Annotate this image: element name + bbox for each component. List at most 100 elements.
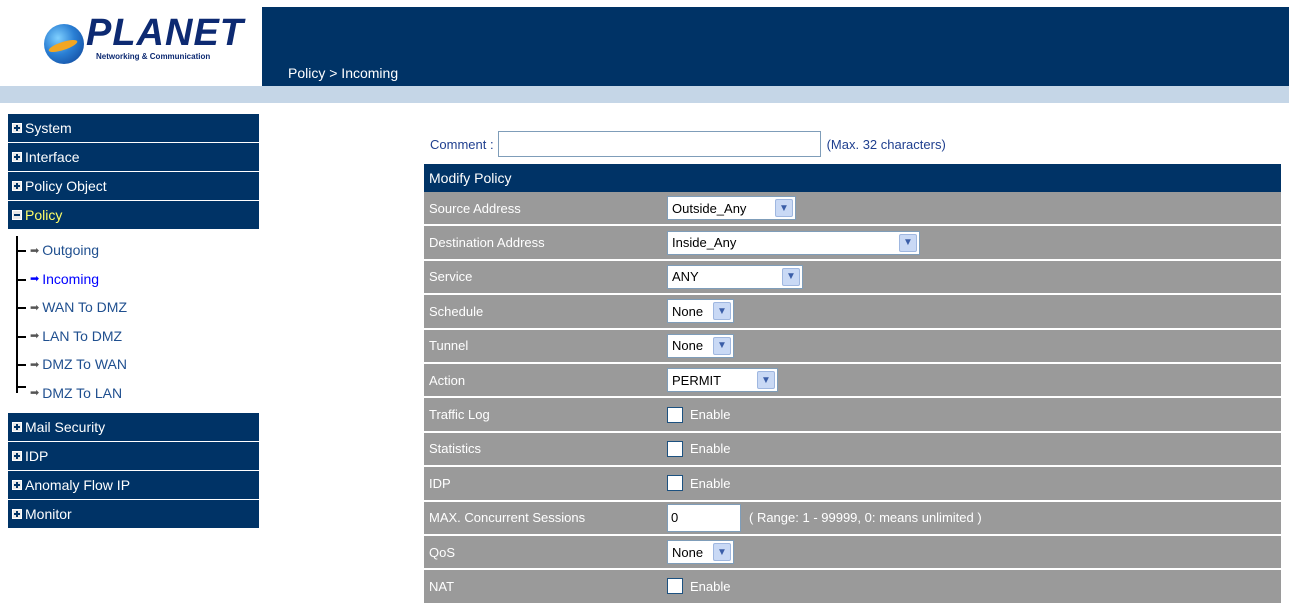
- max-sessions-hint: ( Range: 1 - 99999, 0: means unlimited ): [749, 510, 982, 526]
- select-value: Outside_Any: [672, 200, 747, 216]
- enable-label: Enable: [690, 441, 731, 457]
- collapse-icon: [12, 210, 22, 220]
- row-qos: QoS None ▼: [424, 535, 1281, 571]
- row-nat: NAT Enable: [424, 570, 1281, 605]
- max-sessions-input[interactable]: 0: [667, 503, 741, 532]
- schedule-label: Schedule: [429, 303, 484, 319]
- submenu-dmz-to-lan[interactable]: ➡ DMZ To LAN: [16, 378, 259, 408]
- row-action: Action PERMIT ▼: [424, 363, 1281, 399]
- header-banner: Policy > Incoming: [262, 7, 1289, 86]
- select-value: PERMIT: [672, 372, 722, 388]
- submenu-lan-to-dmz[interactable]: ➡ LAN To DMZ: [16, 321, 259, 350]
- policy-table: Modify Policy Source Address Outside_Any…: [424, 164, 1281, 605]
- source-address-select[interactable]: Outside_Any ▼: [667, 196, 796, 221]
- action-select[interactable]: PERMIT ▼: [667, 368, 778, 393]
- select-value: None: [672, 544, 704, 560]
- max-sessions-label: MAX. Concurrent Sessions: [429, 510, 586, 526]
- sidebar-item-policy-object[interactable]: Policy Object: [8, 172, 259, 201]
- sidebar-item-idp[interactable]: IDP: [8, 442, 259, 471]
- sidebar-item-monitor[interactable]: Monitor: [8, 500, 259, 529]
- expand-icon: [12, 152, 22, 162]
- expand-icon: [12, 480, 22, 490]
- service-label: Service: [429, 269, 473, 285]
- idp-checkbox[interactable]: [667, 475, 683, 492]
- row-max-sessions: MAX. Concurrent Sessions 0 ( Range: 1 - …: [424, 501, 1281, 536]
- sidebar-item-label: System: [25, 120, 72, 136]
- sidebar-item-system[interactable]: System: [8, 114, 259, 143]
- submenu-label: LAN To DMZ: [42, 327, 123, 344]
- chevron-down-icon: ▼: [775, 199, 793, 218]
- expand-icon: [12, 181, 22, 191]
- chevron-down-icon: ▼: [757, 371, 775, 390]
- traffic-log-label: Traffic Log: [429, 407, 490, 423]
- submenu-label: Outgoing: [42, 242, 100, 259]
- idp-label: IDP: [429, 475, 451, 491]
- submenu-label: DMZ To LAN: [42, 384, 123, 401]
- qos-label: QoS: [429, 544, 456, 560]
- tunnel-select[interactable]: None ▼: [667, 333, 734, 358]
- chevron-down-icon: ▼: [713, 336, 731, 355]
- destination-address-select[interactable]: Inside_Any ▼: [667, 230, 920, 255]
- tree-line: [16, 378, 26, 393]
- arrow-right-icon: ➡: [30, 301, 40, 314]
- breadcrumb: Policy > Incoming: [288, 65, 399, 81]
- submenu-outgoing[interactable]: ➡ Outgoing: [16, 236, 259, 265]
- enable-label: Enable: [690, 407, 731, 423]
- select-value: None: [672, 303, 704, 319]
- row-idp: IDP Enable: [424, 467, 1281, 502]
- arrow-right-icon: ➡: [30, 358, 40, 371]
- nat-label: NAT: [429, 578, 455, 594]
- traffic-log-checkbox[interactable]: [667, 406, 683, 423]
- sidebar-menu: System Interface Policy Object Policy ➡ …: [8, 114, 259, 529]
- chevron-down-icon: ▼: [782, 267, 800, 286]
- submenu-wan-to-dmz[interactable]: ➡ WAN To DMZ: [16, 293, 259, 322]
- tree-line: [16, 350, 26, 379]
- submenu-label: WAN To DMZ: [42, 299, 127, 316]
- submenu-dmz-to-wan[interactable]: ➡ DMZ To WAN: [16, 350, 259, 379]
- nat-checkbox[interactable]: [667, 578, 683, 595]
- chevron-down-icon: ▼: [713, 302, 731, 321]
- statistics-checkbox[interactable]: [667, 440, 683, 457]
- statistics-label: Statistics: [429, 441, 482, 457]
- sidebar-item-label: Interface: [25, 149, 80, 165]
- submenu-label: DMZ To WAN: [42, 356, 127, 373]
- comment-label: Comment :: [430, 136, 494, 152]
- table-title: Modify Policy: [424, 164, 1281, 192]
- sidebar-item-anomaly-flow-ip[interactable]: Anomaly Flow IP: [8, 471, 259, 500]
- tree-line: [16, 236, 26, 265]
- expand-icon: [12, 422, 22, 432]
- tree-line: [16, 293, 26, 322]
- row-statistics: Statistics Enable: [424, 432, 1281, 468]
- chevron-down-icon: ▼: [899, 233, 917, 252]
- enable-label: Enable: [690, 475, 731, 491]
- row-traffic-log: Traffic Log Enable: [424, 398, 1281, 433]
- globe-icon: [44, 24, 84, 64]
- sidebar-item-label: Policy Object: [25, 178, 107, 194]
- sidebar-item-mail-security[interactable]: Mail Security: [8, 413, 259, 442]
- sidebar-item-label: IDP: [25, 448, 49, 464]
- row-source-address: Source Address Outside_Any ▼: [424, 192, 1281, 227]
- sidebar-item-interface[interactable]: Interface: [8, 143, 259, 172]
- chevron-down-icon: ▼: [713, 543, 731, 562]
- submenu-incoming[interactable]: ➡ Incoming: [16, 264, 259, 293]
- expand-icon: [12, 123, 22, 133]
- select-value: ANY: [672, 269, 699, 285]
- destination-address-label: Destination Address: [429, 235, 545, 251]
- comment-row: Comment : (Max. 32 characters): [430, 131, 946, 157]
- comment-input[interactable]: [497, 131, 821, 157]
- row-destination-address: Destination Address Inside_Any ▼: [424, 226, 1281, 261]
- sidebar-item-label: Monitor: [25, 506, 72, 522]
- sidebar-item-policy[interactable]: Policy: [8, 201, 259, 230]
- qos-select[interactable]: None ▼: [667, 540, 734, 565]
- expand-icon: [12, 451, 22, 461]
- schedule-select[interactable]: None ▼: [667, 299, 734, 324]
- policy-submenu: ➡ Outgoing ➡ Incoming ➡ WAN To DMZ ➡ LAN…: [8, 230, 259, 413]
- logo: PLANET Networking & Communication: [0, 0, 260, 86]
- header-divider: [0, 86, 1289, 103]
- arrow-right-icon: ➡: [30, 330, 40, 343]
- action-label: Action: [429, 372, 466, 388]
- row-tunnel: Tunnel None ▼: [424, 329, 1281, 364]
- service-select[interactable]: ANY ▼: [667, 264, 803, 289]
- row-schedule: Schedule None ▼: [424, 295, 1281, 330]
- arrow-right-icon: ➡: [30, 273, 40, 286]
